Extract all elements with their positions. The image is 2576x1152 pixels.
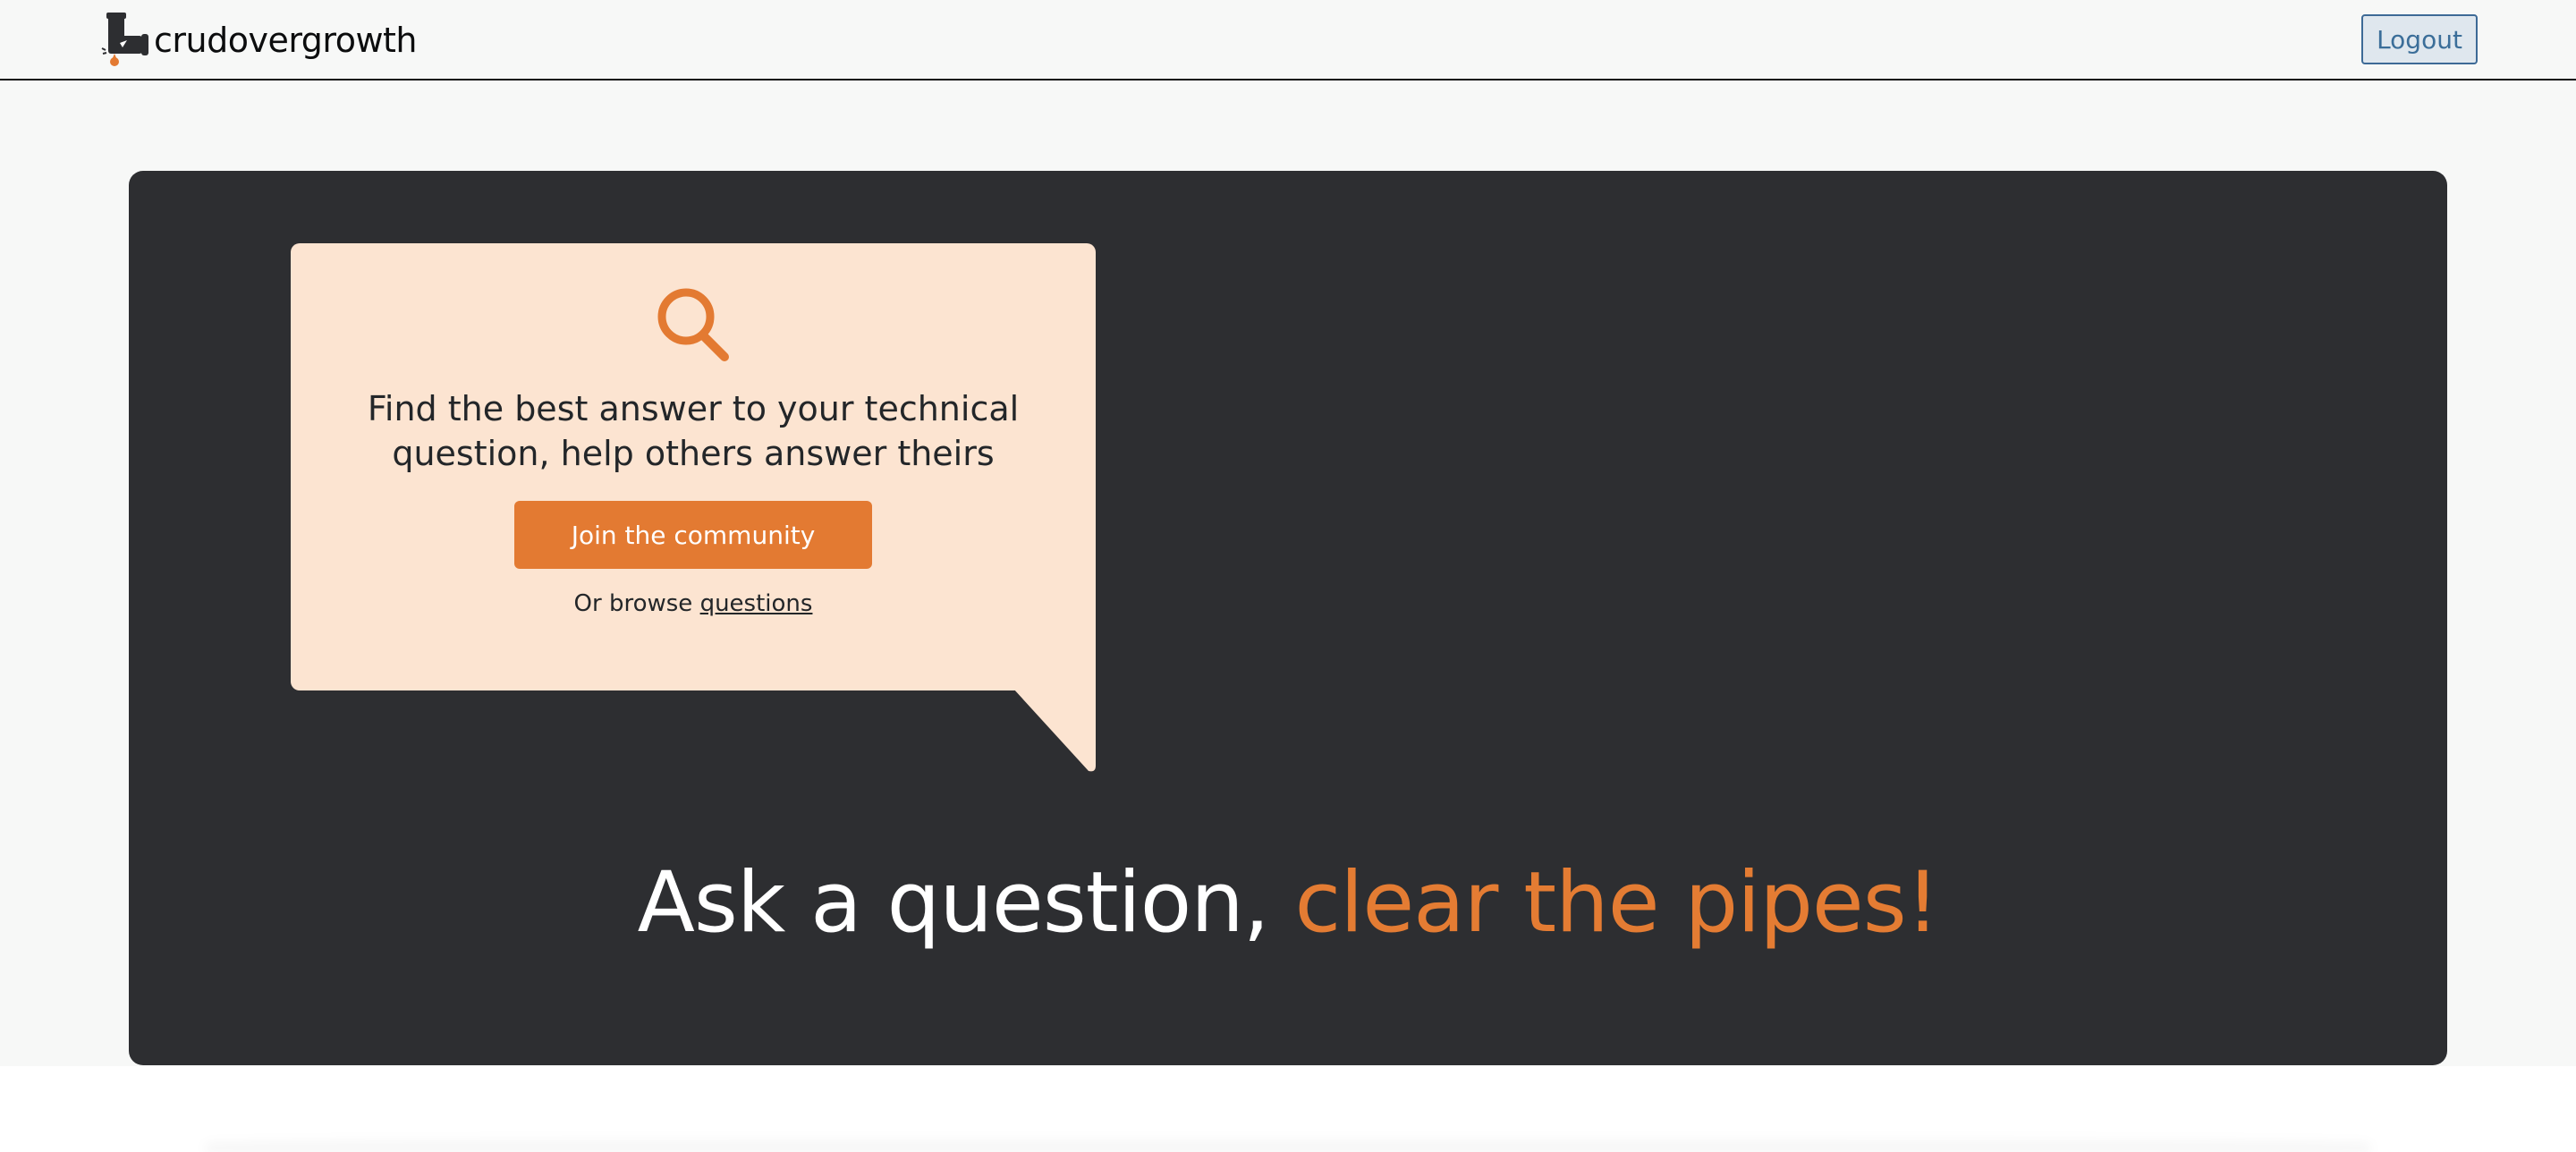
brand-name: crudovergrowth	[154, 21, 418, 60]
top-bar: crudovergrowth Logout	[0, 0, 2576, 80]
logout-button[interactable]: Logout	[2361, 14, 2478, 64]
speech-bubble-card: Find the best answer to your technical q…	[291, 243, 1096, 690]
content-card-shadow	[206, 1136, 2370, 1152]
headline-main: Ask a question,	[637, 854, 1295, 952]
bubble-title: Find the best answer to your technical q…	[367, 389, 1020, 473]
search-icon	[656, 284, 731, 365]
leaking-pipe-icon	[100, 11, 157, 70]
headline-accent: clear the pipes!	[1294, 854, 1940, 952]
browse-prefix: Or browse	[573, 590, 700, 617]
hero-headline: Ask a question, clear the pipes!	[129, 850, 2447, 957]
browse-questions-link[interactable]: questions	[700, 590, 813, 617]
brand-link[interactable]: crudovergrowth	[100, 11, 418, 70]
speech-bubble-tail	[1013, 689, 1096, 773]
browse-line: Or browse questions	[291, 590, 1096, 617]
join-community-button[interactable]: Join the community	[514, 501, 872, 569]
